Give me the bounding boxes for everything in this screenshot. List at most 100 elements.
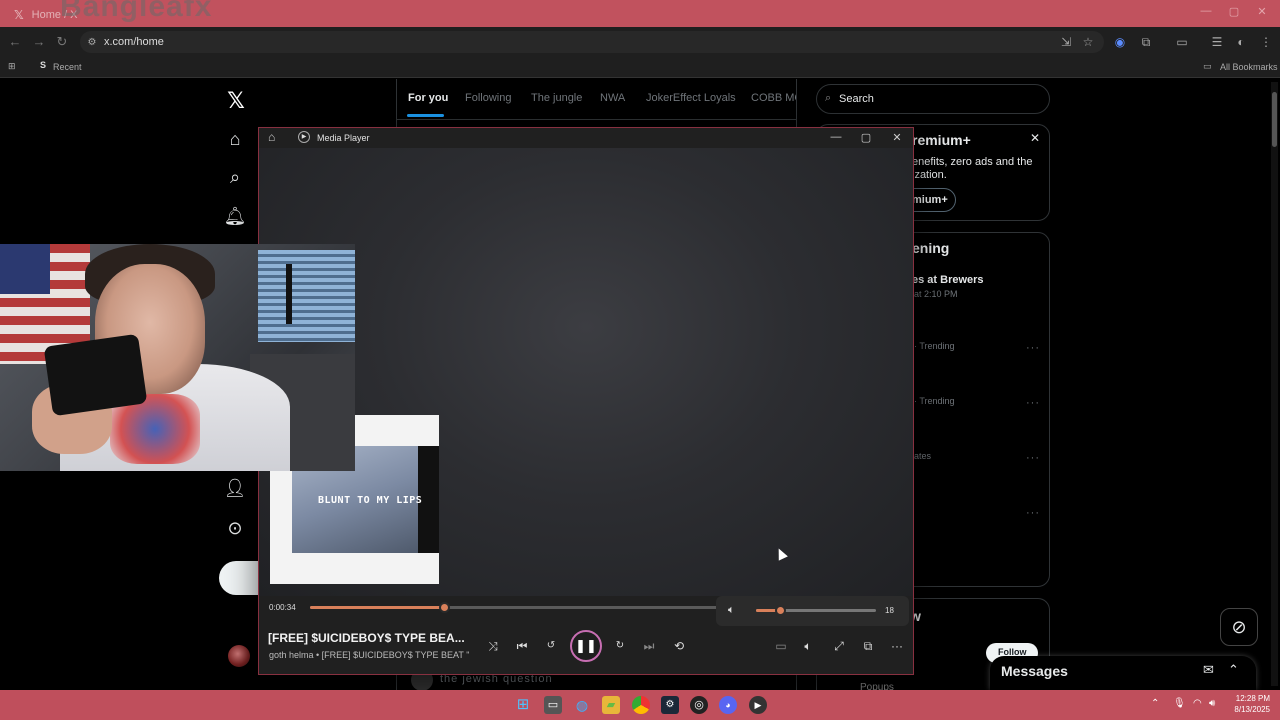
- trend-meta: · Trending: [914, 341, 955, 351]
- premium-desc-line1: enefits, zero ads and the: [912, 156, 1033, 168]
- folder-icon: ▭: [1203, 61, 1212, 71]
- more-options-icon[interactable]: ···: [888, 637, 906, 655]
- scrollbar-thumb[interactable]: [1272, 92, 1277, 147]
- premium-close-icon[interactable]: ✕: [1030, 131, 1040, 145]
- bell-icon[interactable]: 🔔︎: [223, 204, 247, 228]
- trend-subtitle: at 2:10 PM: [914, 289, 958, 299]
- volume-icon[interactable]: 🔈︎: [728, 604, 735, 617]
- search-icon[interactable]: ⌕: [223, 165, 247, 189]
- steam-icon[interactable]: ⚙: [661, 696, 679, 714]
- mp-minimize-icon[interactable]: —: [828, 131, 844, 143]
- window-blind: [258, 250, 355, 342]
- tab-jokereffect-loyals[interactable]: JokerEffect Loyals: [646, 92, 736, 104]
- mp-maximize-icon[interactable]: ▢: [858, 131, 874, 144]
- miniplayer-icon[interactable]: ⧉: [859, 637, 877, 655]
- chrome-icon[interactable]: [632, 696, 650, 714]
- volume-value: 18: [885, 606, 894, 615]
- tab-following[interactable]: Following: [465, 92, 511, 104]
- reload-icon[interactable]: ↻: [53, 33, 71, 51]
- forward-30-icon[interactable]: ↻: [611, 637, 629, 655]
- track-title: [FREE] $UICIDEBOY$ TYPE BEA...: [268, 631, 465, 645]
- active-tab-indicator: [407, 114, 444, 117]
- grok-icon[interactable]: ⊘: [1220, 608, 1258, 646]
- back-icon[interactable]: ←: [6, 33, 24, 51]
- next-icon[interactable]: ⏭︎: [640, 637, 658, 655]
- tray-overflow-icon[interactable]: ⌃: [1151, 698, 1159, 709]
- messages-title: Messages: [1001, 663, 1068, 679]
- album-art-text: BLUNT TO MY LIPS: [318, 495, 423, 506]
- minimize-icon[interactable]: —: [1196, 5, 1216, 21]
- new-message-icon[interactable]: ✉: [1203, 662, 1214, 678]
- profile-icon[interactable]: 👤︎: [223, 476, 247, 500]
- chevron-up-icon[interactable]: ⌃: [1228, 662, 1239, 678]
- reading-list-icon[interactable]: ☰: [1209, 34, 1225, 50]
- edge-icon[interactable]: ◍: [573, 696, 591, 714]
- search-field-icon: ⌕: [825, 92, 832, 104]
- headphone-cable: [286, 264, 292, 324]
- premium-title: remium+: [912, 132, 971, 148]
- trend-more-icon[interactable]: ···: [1026, 507, 1040, 519]
- media-player-title: Media Player: [317, 133, 370, 143]
- address-bar[interactable]: [80, 31, 1104, 53]
- menu-dots-icon[interactable]: ⋮: [1258, 34, 1274, 50]
- trend-more-icon[interactable]: ···: [1026, 452, 1040, 464]
- mp-home-icon[interactable]: ⌂: [268, 130, 275, 144]
- premium-desc-line2: ization.: [912, 169, 947, 181]
- bookmark-recent[interactable]: Recent: [53, 62, 82, 72]
- pause-icon[interactable]: ❚❚: [570, 630, 602, 662]
- install-icon[interactable]: ⇲: [1058, 34, 1074, 50]
- shuffle-icon[interactable]: ⤨: [484, 637, 502, 655]
- search-placeholder: Search: [839, 93, 874, 105]
- post-button[interactable]: [219, 561, 259, 595]
- phone: [43, 333, 148, 417]
- tab-cobb-mc[interactable]: COBB MC: [751, 92, 796, 104]
- fullscreen-icon[interactable]: ⤢: [830, 637, 848, 655]
- tab-the-jungle[interactable]: The jungle: [531, 92, 582, 104]
- repeat-off-icon[interactable]: ⟲: [670, 637, 688, 655]
- apps-grid-icon[interactable]: ⊞: [8, 61, 16, 72]
- rewind-10-icon[interactable]: ↺: [542, 637, 560, 655]
- discord-icon[interactable]: ◕: [719, 696, 737, 714]
- clock-time[interactable]: 12:28 PM: [1226, 694, 1270, 703]
- media-player-app-icon: ▶: [298, 131, 310, 143]
- address-text[interactable]: x.com/home: [104, 36, 164, 48]
- x-logo-icon[interactable]: 𝕏: [224, 88, 248, 113]
- mp-close-icon[interactable]: ✕: [889, 131, 905, 144]
- extension-icon[interactable]: ◉: [1112, 34, 1128, 50]
- trend-title[interactable]: es at Brewers: [912, 274, 984, 286]
- wifi-icon[interactable]: ◠: [1193, 698, 1202, 709]
- file-explorer-icon[interactable]: ▰: [602, 696, 620, 714]
- task-view-icon[interactable]: ▭: [544, 696, 562, 714]
- premium-subscribe-label: mium+: [912, 194, 948, 206]
- trend-more-icon[interactable]: ···: [1026, 342, 1040, 354]
- clock-date[interactable]: 8/13/2025: [1226, 705, 1270, 714]
- speaker-icon[interactable]: 🔈︎: [799, 637, 817, 655]
- windows-start-icon[interactable]: ⊞: [514, 696, 532, 714]
- profile-glasses-icon[interactable]: ◐: [1233, 34, 1249, 50]
- trend-more-icon[interactable]: ···: [1026, 397, 1040, 409]
- site-info-icon[interactable]: ⚙: [84, 35, 100, 51]
- recent-bookmark-icon: S: [40, 60, 47, 70]
- maximize-icon[interactable]: ▢: [1224, 5, 1244, 21]
- obs-icon[interactable]: ◎: [690, 696, 708, 714]
- close-icon[interactable]: ✕: [1252, 5, 1272, 21]
- previous-icon[interactable]: ⏮︎: [513, 637, 531, 655]
- volume-handle[interactable]: [775, 605, 786, 616]
- forward-icon[interactable]: →: [30, 33, 48, 51]
- volume-tray-icon[interactable]: 🔊︎: [1209, 698, 1215, 709]
- captions-icon[interactable]: ▭: [772, 637, 790, 655]
- side-panel-icon[interactable]: ▭: [1174, 34, 1190, 50]
- media-player-taskbar-icon[interactable]: ▶: [749, 696, 767, 714]
- home-icon[interactable]: ⌂: [223, 127, 247, 151]
- microphone-icon[interactable]: 🎙︎: [1173, 698, 1186, 709]
- puzzle-icon[interactable]: ⧉: [1138, 34, 1154, 50]
- tab-for-you[interactable]: For you: [408, 92, 448, 104]
- more-icon[interactable]: ⊙: [223, 516, 247, 540]
- bookmark-star-icon[interactable]: ☆: [1080, 34, 1096, 50]
- scrollbar-track[interactable]: [1271, 82, 1278, 686]
- all-bookmarks[interactable]: All Bookmarks: [1220, 62, 1278, 72]
- account-avatar[interactable]: [228, 645, 250, 667]
- feed-separator: [397, 119, 796, 120]
- seek-handle[interactable]: [439, 602, 450, 613]
- tab-nwa[interactable]: NWA: [600, 92, 625, 104]
